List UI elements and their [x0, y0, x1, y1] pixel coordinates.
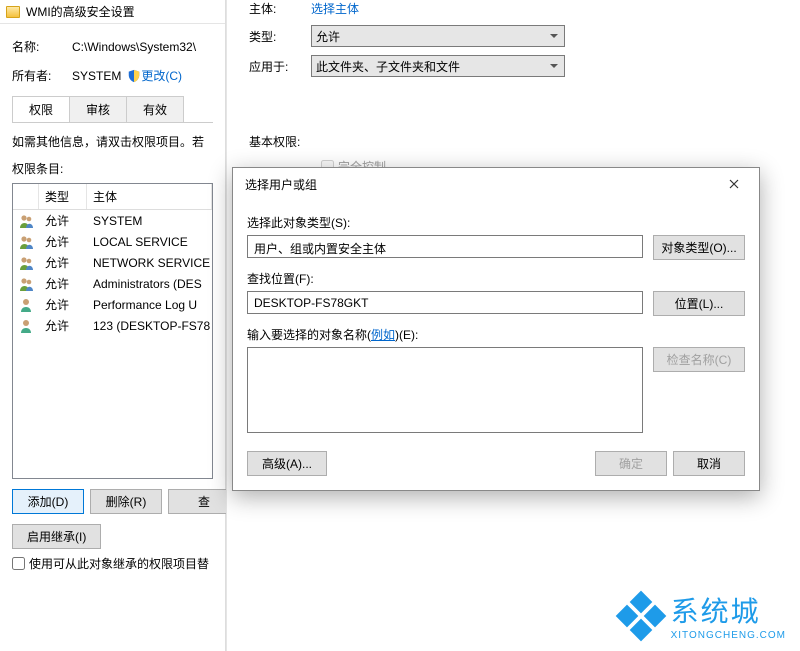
table-row[interactable]: 允许LOCAL SERVICE [13, 231, 212, 252]
basic-perm-label: 基本权限: [249, 133, 778, 150]
row-type: 允许 [39, 233, 87, 250]
user-icon [13, 255, 39, 271]
tab-auditing[interactable]: 审核 [69, 96, 127, 122]
folder-icon [6, 6, 20, 18]
object-type-field: 用户、组或内置安全主体 [247, 235, 643, 258]
row-principal: NETWORK SERVICE [87, 256, 212, 270]
table-row[interactable]: 允许Administrators (DES [13, 273, 212, 294]
applies-label: 应用于: [249, 58, 311, 75]
user-icon [13, 276, 39, 292]
user-icon [13, 234, 39, 250]
close-button[interactable] [717, 174, 751, 194]
close-icon [729, 179, 739, 189]
window-title: WMI的高级安全设置 [26, 3, 135, 20]
user-icon [13, 297, 39, 313]
entries-label: 权限条目: [12, 154, 213, 183]
watermark-url: XITONGCHENG.COM [671, 630, 786, 641]
object-names-label: 输入要选择的对象名称(例如)(E): [247, 326, 745, 343]
enable-inherit-button[interactable]: 启用继承(I) [12, 524, 101, 549]
location-label: 查找位置(F): [247, 270, 745, 287]
cancel-button[interactable]: 取消 [673, 451, 745, 476]
row-type: 允许 [39, 212, 87, 229]
table-row[interactable]: 允许NETWORK SERVICE [13, 252, 212, 273]
user-icon [13, 213, 39, 229]
ok-button[interactable]: 确定 [595, 451, 667, 476]
table-row[interactable]: 允许SYSTEM [13, 210, 212, 231]
add-button[interactable]: 添加(D) [12, 489, 84, 514]
row-principal: LOCAL SERVICE [87, 235, 212, 249]
tab-strip: 权限 审核 有效 [12, 96, 213, 123]
row-principal: Performance Log U [87, 298, 212, 312]
select-principal-link[interactable]: 选择主体 [311, 0, 359, 17]
table-row[interactable]: 允许123 (DESKTOP-FS78 [13, 315, 212, 336]
info-text: 如需其他信息，请双击权限项目。若 [12, 123, 213, 154]
owner-value: SYSTEM [72, 69, 121, 83]
tab-effective[interactable]: 有效 [126, 96, 184, 122]
remove-button[interactable]: 删除(R) [90, 489, 162, 514]
replace-inherit-checkbox[interactable] [12, 557, 25, 570]
check-names-button[interactable]: 检查名称(C) [653, 347, 745, 372]
watermark: 系统城 XITONGCHENG.COM [619, 590, 786, 641]
permission-list[interactable]: 类型 主体 允许SYSTEM允许LOCAL SERVICE允许NETWORK S… [12, 183, 213, 479]
select-user-group-dialog: 选择用户或组 选择此对象类型(S): 用户、组或内置安全主体 对象类型(O)..… [232, 167, 760, 491]
row-principal: 123 (DESKTOP-FS78 [87, 319, 212, 333]
row-type: 允许 [39, 317, 87, 334]
row-principal: SYSTEM [87, 214, 212, 228]
locations-button[interactable]: 位置(L)... [653, 291, 745, 316]
change-owner-link[interactable]: 更改(C) [141, 67, 182, 84]
type-select[interactable]: 允许 [311, 25, 565, 47]
table-row[interactable]: 允许Performance Log U [13, 294, 212, 315]
col-principal[interactable]: 主体 [87, 184, 212, 209]
window-titlebar[interactable]: WMI的高级安全设置 [0, 0, 225, 24]
row-type: 允许 [39, 275, 87, 292]
advanced-security-window: WMI的高级安全设置 名称: C:\Windows\System32\ 所有者:… [0, 0, 226, 651]
row-principal: Administrators (DES [87, 277, 212, 291]
object-type-label: 选择此对象类型(S): [247, 214, 745, 231]
col-type[interactable]: 类型 [39, 184, 87, 209]
logo-icon [619, 594, 663, 638]
owner-label: 所有者: [12, 67, 72, 84]
example-link[interactable]: 例如 [371, 328, 395, 342]
advanced-button[interactable]: 高级(A)... [247, 451, 327, 476]
principal-label: 主体: [249, 0, 311, 17]
object-types-button[interactable]: 对象类型(O)... [653, 235, 745, 260]
name-value: C:\Windows\System32\ [72, 40, 196, 54]
user-icon [13, 318, 39, 334]
type-label: 类型: [249, 28, 311, 45]
applies-select[interactable]: 此文件夹、子文件夹和文件 [311, 55, 565, 77]
row-type: 允许 [39, 296, 87, 313]
row-type: 允许 [39, 254, 87, 271]
dialog-title: 选择用户或组 [245, 176, 317, 193]
watermark-text: 系统城 [671, 596, 761, 627]
replace-inherit-label: 使用可从此对象继承的权限项目替 [29, 555, 209, 572]
list-header: 类型 主体 [13, 184, 212, 210]
shield-icon [127, 69, 141, 83]
name-label: 名称: [12, 38, 72, 55]
location-field: DESKTOP-FS78GKT [247, 291, 643, 314]
object-names-input[interactable] [247, 347, 643, 433]
tab-permissions[interactable]: 权限 [12, 96, 70, 122]
